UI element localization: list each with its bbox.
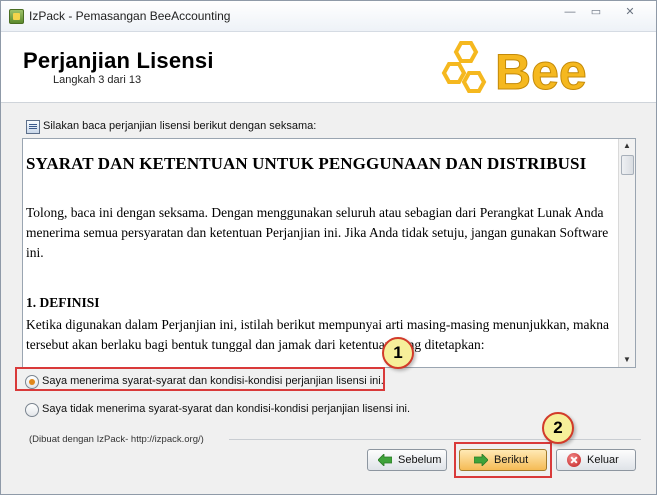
scroll-up-arrow-icon[interactable]: ▲: [619, 139, 635, 153]
instruction-text: Silakan baca perjanjian lisensi berikut …: [43, 120, 317, 132]
vertical-scrollbar[interactable]: ▲ ▼: [618, 139, 635, 367]
document-icon: [26, 120, 40, 134]
arrow-left-icon: [378, 454, 392, 466]
bee-logo: Bee: [441, 41, 587, 99]
accept-highlight-box: [15, 367, 385, 391]
scroll-thumb[interactable]: [621, 155, 634, 175]
license-heading: SYARAT DAN KETENTUAN UNTUK PENGGUNAAN DA…: [26, 154, 587, 173]
svg-text:Bee: Bee: [495, 44, 587, 99]
maximize-button[interactable]: ▭: [583, 4, 609, 21]
panel-header: Perjanjian Lisensi Langkah 3 dari 13 Bee: [1, 32, 656, 103]
license-paragraph: Tolong, baca ini dengan seksama. Dengan …: [26, 205, 609, 260]
decline-label[interactable]: Saya tidak menerima syarat-syarat dan ko…: [42, 403, 410, 415]
scroll-down-arrow-icon[interactable]: ▼: [619, 353, 635, 367]
izpack-credit: (Dibuat dengan IzPack- http://izpack.org…: [29, 434, 204, 445]
next-highlight-box: [454, 442, 552, 478]
quit-button[interactable]: Keluar: [556, 449, 636, 471]
license-paragraph: Ketika digunakan dalam Perjanjian ini, i…: [26, 317, 609, 352]
quit-label: Keluar: [587, 454, 619, 466]
step-badge-2: 2: [542, 412, 574, 444]
back-button[interactable]: Sebelum: [367, 449, 447, 471]
window-title: IzPack - Pemasangan BeeAccounting: [29, 9, 231, 23]
license-section-title: 1. DEFINISI: [26, 295, 100, 310]
decline-radio[interactable]: [25, 403, 39, 417]
back-label: Sebelum: [398, 454, 442, 466]
step-badge-1: 1: [382, 337, 414, 369]
installer-window: IzPack - Pemasangan BeeAccounting — ▭ ✕ …: [0, 0, 657, 495]
close-button[interactable]: ✕: [610, 4, 650, 21]
title-bar: IzPack - Pemasangan BeeAccounting — ▭ ✕: [1, 1, 656, 32]
minimize-button[interactable]: —: [557, 4, 583, 21]
cancel-icon: [567, 453, 581, 467]
app-icon: [9, 9, 24, 24]
divider: [229, 439, 641, 440]
page-title: Perjanjian Lisensi: [23, 48, 214, 73]
step-indicator: Langkah 3 dari 13: [53, 74, 142, 86]
license-text-area[interactable]: SYARAT DAN KETENTUAN UNTUK PENGGUNAAN DA…: [22, 138, 636, 368]
